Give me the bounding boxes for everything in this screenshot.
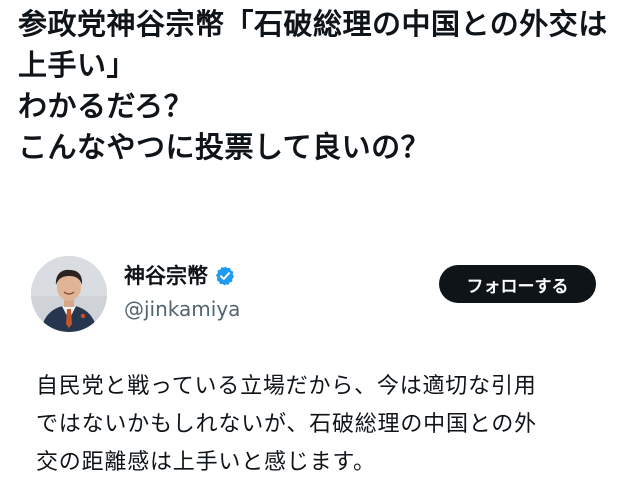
avatar-photo [31,256,107,332]
post-text-line: 上手い」 [18,48,137,82]
embedded-post[interactable]: 神谷宗幣 @jinkamiya フォローする 自民党と戦っている立場だから、今は… [0,244,640,503]
author-name-row: 神谷宗幣 [124,263,236,289]
author-handle[interactable]: @jinkamiya [124,296,240,322]
post-text-line: わかるだろ？ [18,89,194,123]
embedded-post-text: 自民党と戦っている立場だから、今は適切な引用 ではないかもしれないが、石破総理の… [36,368,626,482]
embedded-post-line: 交の距離感は上手いと感じます。 [36,450,376,475]
verified-badge-icon [214,265,236,287]
post-text-line: こんなやつに投票して良いの？ [18,130,431,164]
avatar[interactable] [31,256,107,332]
follow-button[interactable]: フォローする [439,265,596,303]
embedded-post-line: ではないかもしれないが、石破総理の中国との外 [36,412,537,437]
embedded-post-line: 自民党と戦っている立場だから、今は適切な引用 [36,374,537,399]
post-text: 参政党神谷宗幣「石破総理の中国との外交は 上手い」 わかるだろ？ こんなやつに投… [18,4,628,168]
author-display-name[interactable]: 神谷宗幣 [124,263,208,289]
post-text-line: 参政党神谷宗幣「石破総理の中国との外交は [18,7,608,41]
